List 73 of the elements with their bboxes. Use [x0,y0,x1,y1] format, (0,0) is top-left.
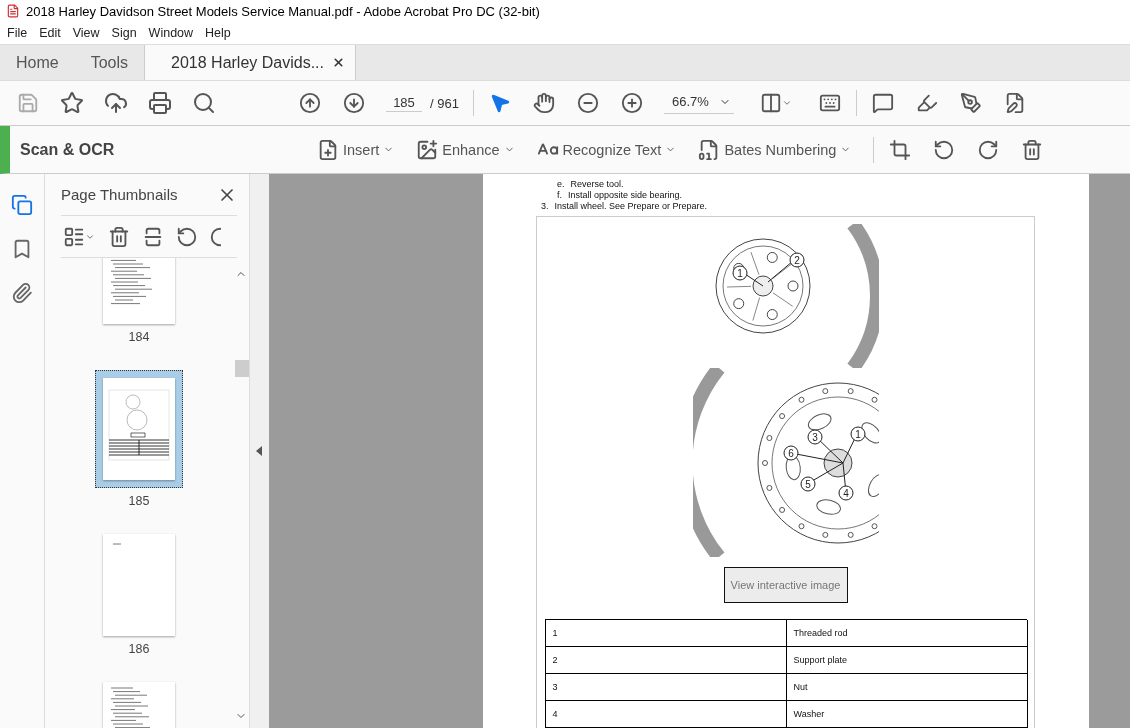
page-thumbnail[interactable] [103,534,175,636]
collapse-arrow-icon [256,446,263,456]
callout-label: 3 [807,429,822,445]
callout-label: 1 [732,265,747,281]
window-title: 2018 Harley Davidson Street Models Service Manual.pdf - Adobe Acrobat Pro DC (32-bit) [26,3,540,19]
menu-item[interactable]: Edit [34,24,66,42]
callout-label: 2 [789,252,804,268]
menu-item[interactable]: File [2,24,33,42]
pdf-file-icon [6,4,20,18]
page-layout-icon [759,92,782,114]
pages-icon[interactable] [11,194,33,216]
page-number: 184 [128,330,150,344]
page-total: / 961 [430,95,459,111]
pen-button[interactable] [958,90,983,116]
paperclip-icon[interactable] [11,282,33,304]
cloud-upload-button[interactable] [104,90,128,116]
leader-line [767,260,793,283]
table-cell: 4 [545,701,787,728]
tool-dropdown[interactable]: Enhance [416,138,515,161]
tool-label: Bates Numbering [724,141,837,158]
page-number: 186 [128,642,150,656]
table-cell: Threaded rod [786,620,1028,647]
zoom-out-button[interactable] [575,90,600,116]
callout-label: 1 [850,426,865,442]
instruction-text: Install wheel. See Prepare or Prepare. [554,201,708,212]
table-cell: Nut [786,674,1028,701]
instruction-text: Reverse tool. [570,178,624,189]
hand-tool-button[interactable] [531,90,556,116]
close-icon[interactable] [332,56,345,69]
search-button[interactable] [192,90,216,116]
tool-dropdown[interactable]: Bates Numbering [698,138,852,161]
menu-item[interactable]: Help [200,24,236,42]
tool-label: Insert [343,141,380,158]
zoom-in-button[interactable] [619,90,644,116]
tab[interactable]: Tools [74,45,145,80]
menu-item[interactable]: View [67,24,105,42]
zoom-dropdown[interactable]: 66.7% [663,92,734,114]
leader-line [744,273,763,287]
tool-label: Recognize Text [562,141,662,158]
caret-icon [781,98,792,108]
tool-label: Enhance [442,141,500,158]
tool-icon [416,138,439,161]
page-thumbnail[interactable] [95,370,183,488]
panel-heading: Page Thumbnails [61,186,178,203]
table-cell: 3 [545,674,787,701]
tool-dropdown[interactable]: Recognize Text [536,138,677,161]
list-marker: e. [557,178,565,189]
print-button[interactable] [148,90,172,116]
panel-title: Scan & OCR [19,140,116,159]
table-cell: Support plate [786,647,1028,674]
callout-label: 4 [838,485,853,501]
table-cell: 1 [545,620,787,647]
list-marker: f. [557,190,562,200]
callout-label: 5 [800,476,815,492]
menu-item[interactable]: Window [143,24,199,42]
callout-label: 6 [783,445,798,461]
list-marker: 3. [541,201,549,212]
view-interactive-image-button[interactable]: View interactive image [723,567,848,603]
tab[interactable]: Home [0,45,75,80]
tool-dropdown[interactable]: Insert [317,138,395,161]
scroll-thumb[interactable] [235,360,249,377]
bookmark-star-button[interactable] [60,90,84,116]
table-cell: Washer [786,701,1028,728]
menu-item[interactable]: Sign [106,24,142,42]
page-number-field[interactable]: 185 [386,94,422,112]
tool-icon [317,138,339,161]
previous-page-button[interactable] [298,90,322,116]
table-cell: 2 [545,647,787,674]
instruction-text: Install opposite side bearing. [568,190,683,200]
page-number: 185 [128,494,150,508]
tab[interactable]: 2018 Harley Davids... [144,45,356,80]
next-page-button[interactable] [342,90,366,116]
list-icon [63,225,85,248]
